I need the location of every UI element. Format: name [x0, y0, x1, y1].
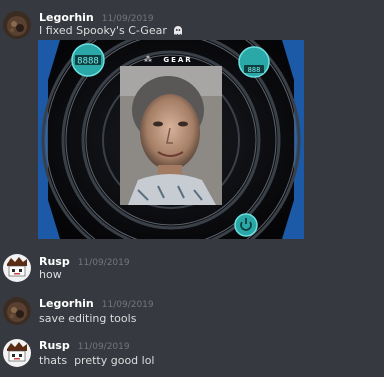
center-photo	[120, 66, 222, 205]
author-name[interactable]: Legorhin	[39, 11, 94, 24]
legorhin-avatar-icon[interactable]	[3, 11, 31, 39]
message-timestamp: 11/09/2019	[101, 14, 154, 24]
message-content: I fixed Spooky's C-Gear	[39, 24, 184, 37]
chat-log: Legorhin 11/09/2019 I fixed Spooky's C-G…	[0, 0, 384, 377]
author-name[interactable]: Legorhin	[39, 297, 94, 310]
message-timestamp: 11/09/2019	[77, 258, 130, 268]
message-timestamp: 11/09/2019	[77, 342, 130, 352]
rusp-avatar-icon[interactable]	[3, 254, 31, 282]
power-icon[interactable]	[234, 213, 258, 237]
message-text: I fixed Spooky's C-Gear	[39, 24, 167, 37]
svg-text:GEAR: GEAR	[163, 56, 192, 64]
message-text: save editing tools	[39, 312, 137, 325]
message-timestamp: 11/09/2019	[101, 300, 154, 310]
svg-text:⁂: ⁂	[144, 54, 152, 64]
legorhin-avatar-icon[interactable]	[3, 297, 31, 325]
message-text: thats pretty good lol	[39, 354, 155, 367]
author-name[interactable]: Rusp	[39, 255, 70, 268]
right-badge: 888	[238, 46, 270, 78]
image-attachment[interactable]: 8888 888 ⁂ GEAR	[38, 40, 304, 239]
svg-text:888: 888	[248, 66, 261, 74]
rusp-avatar-icon[interactable]	[3, 339, 31, 367]
c-gear-logo: ⁂ GEAR	[144, 54, 192, 64]
svg-text:8888: 8888	[77, 57, 99, 67]
ghost-emoji-icon	[174, 26, 183, 35]
left-badge: 8888	[71, 43, 105, 77]
author-name[interactable]: Rusp	[39, 339, 70, 352]
message-text: how	[39, 268, 62, 281]
